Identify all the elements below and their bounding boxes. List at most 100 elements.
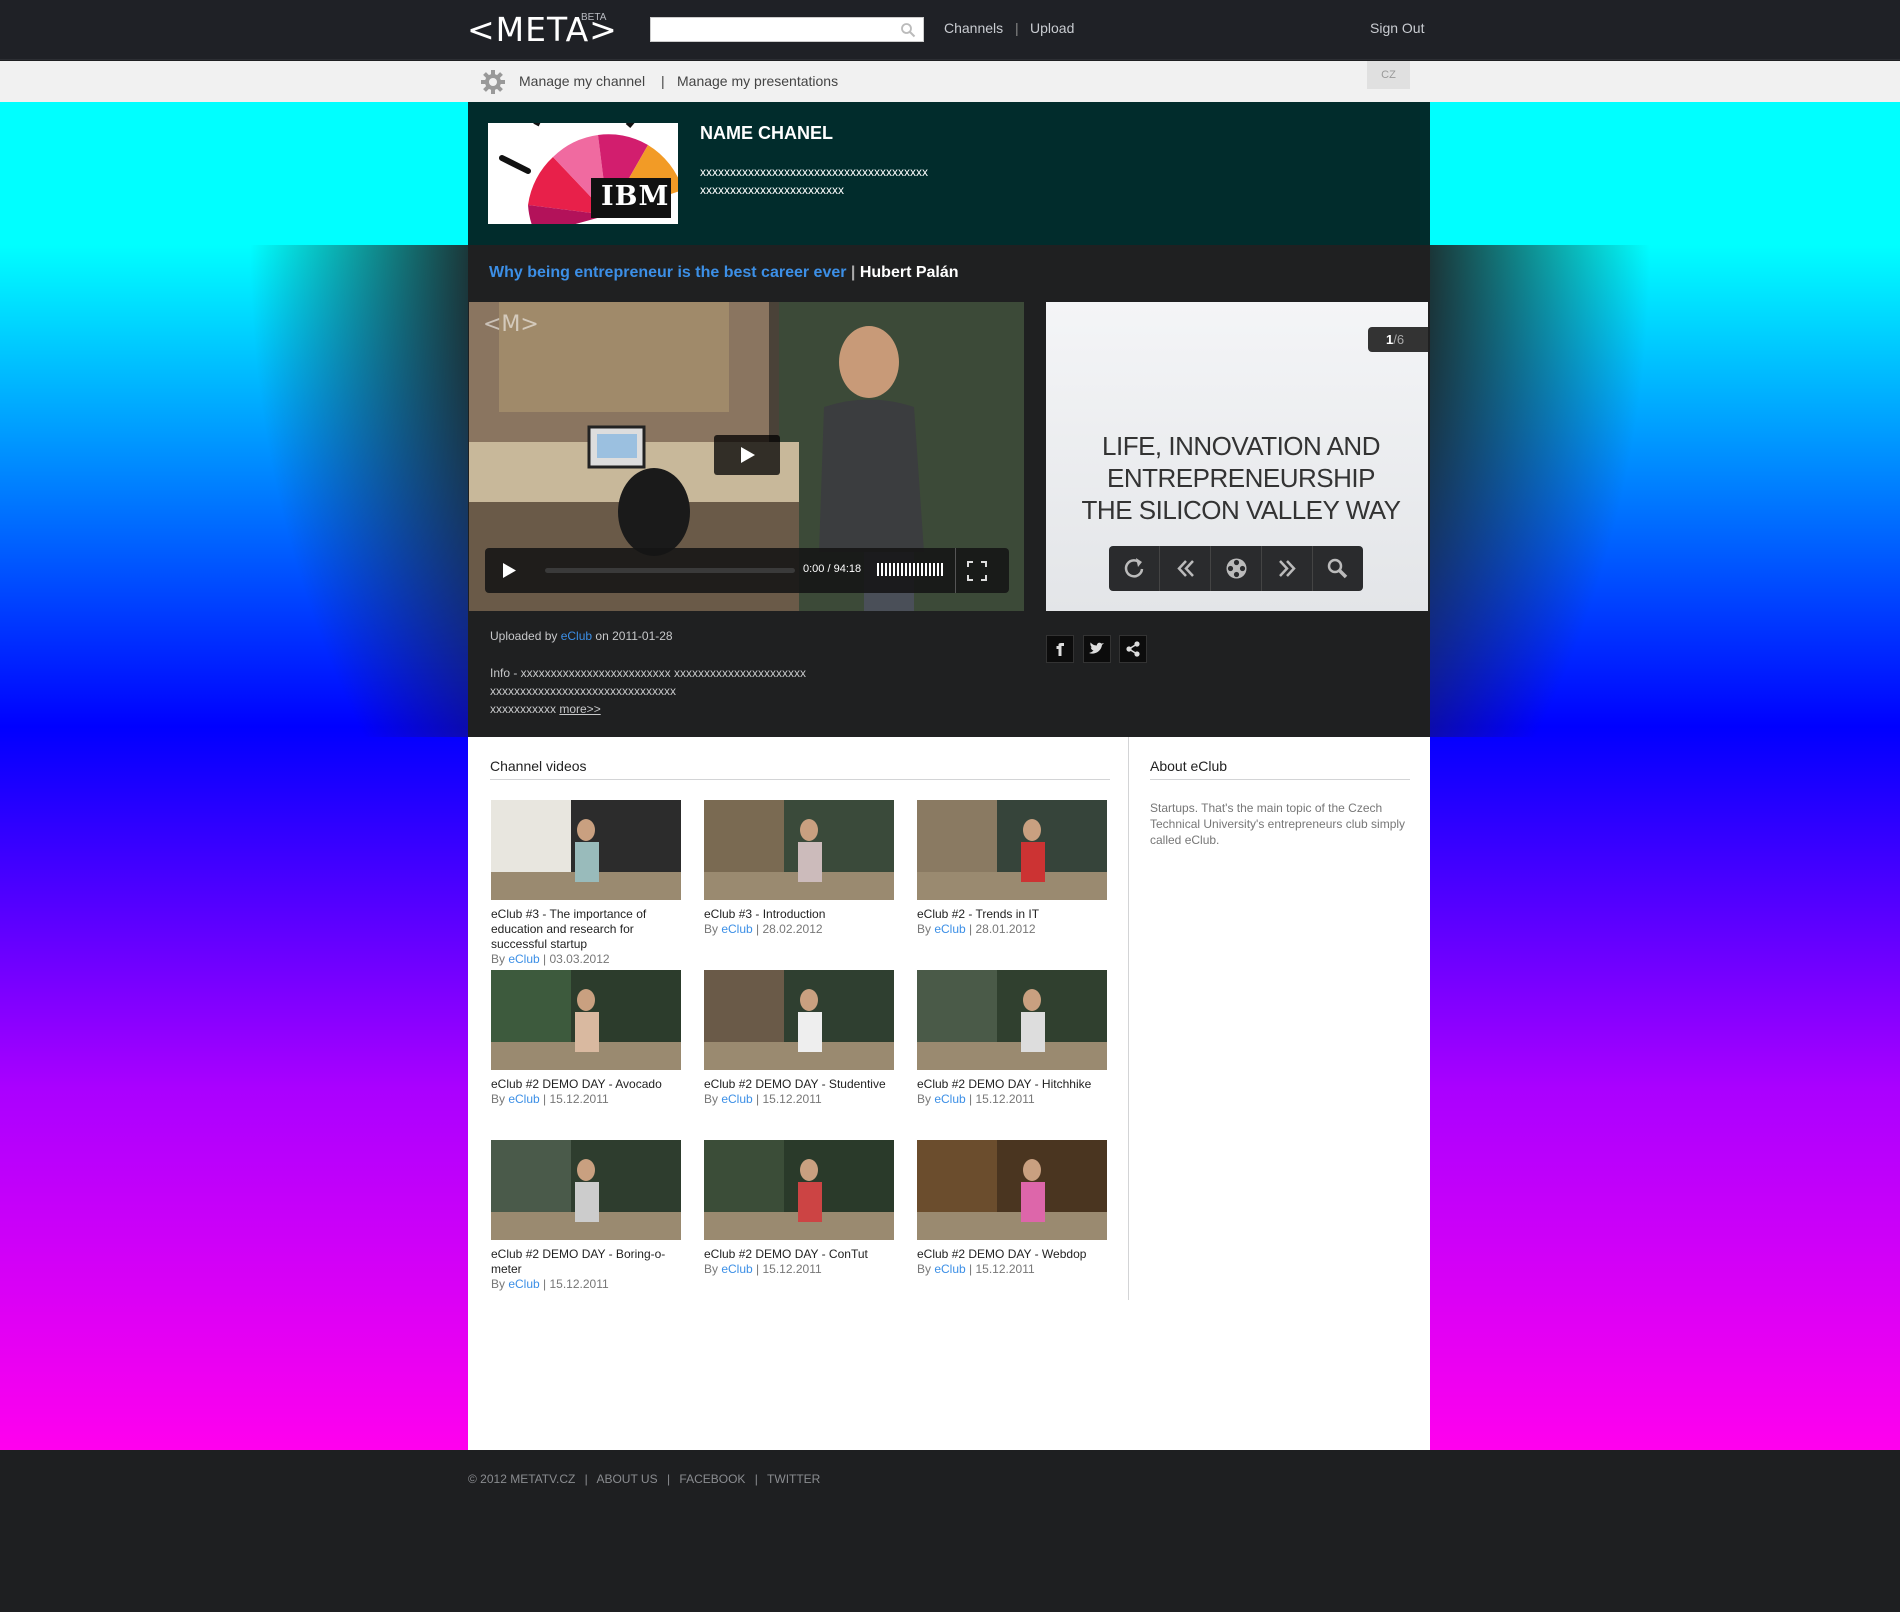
channel-description-line: xxxxxxxxxxxxxxxxxxxxxxxxxxxxxxxxxxxxxx	[700, 165, 928, 179]
sign-out-link[interactable]: Sign Out	[1370, 20, 1424, 36]
gear-icon	[481, 70, 505, 94]
author-link[interactable]: eClub	[508, 952, 539, 966]
video-title-link[interactable]: eClub #2 DEMO DAY - Hitchhike	[917, 1077, 1107, 1092]
twitter-share-button[interactable]	[1083, 635, 1111, 663]
search-icon[interactable]	[900, 22, 916, 38]
presentation-title: Why being entrepreneur is the best caree…	[489, 264, 959, 282]
video-date: | 15.12.2011	[752, 1262, 822, 1276]
video-byline: By eClub | 15.12.2011	[704, 1262, 894, 1276]
sync-video-button[interactable]	[1211, 546, 1262, 591]
search-input[interactable]	[650, 17, 924, 42]
manage-presentations-link[interactable]: Manage my presentations	[677, 73, 838, 89]
column-divider	[1128, 737, 1129, 1300]
video-thumbnail-image	[917, 970, 1107, 1070]
video-title-link[interactable]: eClub #2 DEMO DAY - Studentive	[704, 1077, 894, 1092]
facebook-link[interactable]: FACEBOOK	[679, 1472, 745, 1486]
video-date: | 15.12.2011	[965, 1092, 1035, 1106]
video-date: | 28.01.2012	[965, 922, 1036, 936]
prev-slide-button[interactable]	[1160, 546, 1211, 591]
channel-name: NAME CHANEL	[700, 123, 833, 143]
fullscreen-icon[interactable]	[965, 559, 989, 583]
author-link[interactable]: eClub	[934, 1262, 965, 1276]
video-byline: By eClub | 15.12.2011	[491, 1092, 681, 1106]
uploader-link[interactable]: eClub	[561, 629, 592, 643]
subnav-separator: |	[661, 73, 665, 89]
video-thumbnail[interactable]	[491, 1140, 681, 1240]
language-switch-button[interactable]: CZ	[1367, 61, 1410, 89]
footer-separator: |	[666, 1472, 671, 1486]
slide-viewer[interactable]: 1/6 LIFE, INNOVATION AND ENTREPRENEURSHI…	[1046, 302, 1428, 611]
video-watermark: <M>	[483, 312, 539, 337]
video-title-link[interactable]: eClub #2 DEMO DAY - Boring-o-meter	[491, 1247, 681, 1277]
zoom-button[interactable]	[1313, 546, 1363, 591]
more-link[interactable]: more>>	[559, 702, 600, 716]
author-link[interactable]: eClub	[508, 1277, 539, 1291]
magnifier-icon	[1327, 558, 1348, 579]
footer: © 2012 METATV.CZ | ABOUT US | FACEBOOK |…	[468, 1472, 826, 1486]
video-byline: By eClub | 28.01.2012	[917, 922, 1107, 936]
footer-separator: |	[584, 1472, 588, 1486]
author-link[interactable]: eClub	[934, 922, 965, 936]
video-date: | 15.12.2011	[752, 1092, 822, 1106]
video-thumbnail[interactable]	[917, 970, 1107, 1070]
author-link[interactable]: eClub	[721, 1262, 752, 1276]
next-slide-button[interactable]	[1262, 546, 1313, 591]
ibm-logo-text: IBM	[601, 181, 670, 212]
author-link[interactable]: eClub	[508, 1092, 539, 1106]
video-thumbnail[interactable]	[917, 800, 1107, 900]
play-icon[interactable]	[485, 548, 529, 593]
manage-channel-link[interactable]: Manage my channel	[519, 73, 645, 89]
sub-navbar: Manage my channel | Manage my presentati…	[0, 61, 1900, 102]
double-chevron-right-icon	[1279, 560, 1296, 577]
video-thumbnail[interactable]	[704, 800, 894, 900]
byline-prefix: By	[917, 922, 935, 936]
about-us-link[interactable]: ABOUT US	[596, 1472, 657, 1486]
upload-info: Uploaded by eClub on 2011-01-28	[490, 627, 673, 645]
info-line: xxxxxxxxxxx	[490, 702, 560, 716]
author-link[interactable]: eClub	[934, 1092, 965, 1106]
author-link[interactable]: eClub	[721, 1092, 752, 1106]
video-title-link[interactable]: eClub #3 - The importance of education a…	[491, 907, 681, 952]
restart-icon	[1124, 558, 1144, 578]
video-title-link[interactable]: eClub #2 DEMO DAY - ConTut	[704, 1247, 894, 1262]
nav-upload-link[interactable]: Upload	[1030, 20, 1074, 36]
nav-channels-link[interactable]: Channels	[944, 20, 1003, 36]
byline-prefix: By	[704, 1092, 722, 1106]
channel-description-line: xxxxxxxxxxxxxxxxxxxxxxxx	[700, 183, 844, 197]
big-play-button[interactable]	[714, 435, 780, 475]
presenter-name: Hubert Palán	[859, 264, 959, 281]
video-progress-bar[interactable]	[545, 568, 795, 573]
volume-slider[interactable]	[877, 563, 945, 576]
video-thumbnail-image	[491, 1140, 681, 1240]
facebook-share-button[interactable]	[1046, 635, 1074, 663]
video-title-link[interactable]: eClub #3 - Introduction	[704, 907, 894, 922]
author-link[interactable]: eClub	[721, 922, 752, 936]
video-title-link[interactable]: eClub #2 DEMO DAY - Webdop	[917, 1247, 1107, 1262]
video-thumbnail-image	[704, 800, 894, 900]
slide-total: /6	[1393, 332, 1405, 347]
video-thumbnail[interactable]	[704, 970, 894, 1070]
video-date: | 15.12.2011	[539, 1277, 609, 1291]
video-date: | 28.02.2012	[752, 922, 823, 936]
slide-controls	[1109, 546, 1363, 591]
video-thumbnail[interactable]	[491, 970, 681, 1070]
byline-prefix: By	[704, 922, 722, 936]
video-title-link[interactable]: eClub #2 DEMO DAY - Avocado	[491, 1077, 681, 1092]
byline-prefix: By	[704, 1262, 722, 1276]
video-thumbnail-image	[704, 1140, 894, 1240]
play-icon	[741, 447, 755, 463]
upload-prefix: Uploaded by	[490, 629, 561, 643]
twitter-link[interactable]: TWITTER	[767, 1472, 820, 1486]
video-thumbnail[interactable]	[491, 800, 681, 900]
share-button[interactable]	[1119, 635, 1147, 663]
video-byline: By eClub | 15.12.2011	[491, 1277, 681, 1291]
video-title-link[interactable]: eClub #2 - Trends in IT	[917, 907, 1107, 922]
about-text: Startups. That's the main topic of the C…	[1150, 801, 1406, 847]
video-thumbnail-image	[491, 970, 681, 1070]
video-player[interactable]: <M> 0:00 / 94:18	[469, 302, 1024, 611]
upload-date: on 2011-01-28	[592, 629, 673, 643]
video-thumbnail[interactable]	[917, 1140, 1107, 1240]
presentation-title-link[interactable]: Why being entrepreneur is the best caree…	[489, 264, 846, 281]
video-thumbnail[interactable]	[704, 1140, 894, 1240]
restart-button[interactable]	[1109, 546, 1160, 591]
